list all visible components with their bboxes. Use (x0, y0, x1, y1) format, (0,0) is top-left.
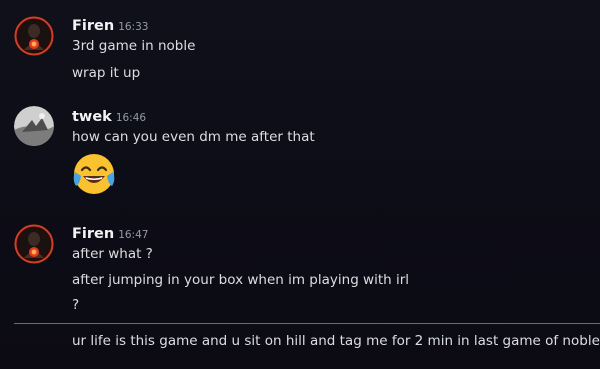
message-header: Firen 16:33 (72, 15, 148, 34)
message-text: ur life is this game and u sit on hill a… (72, 333, 600, 349)
chat-messages: Firen 16:33 3rd game in noble wrap it up … (0, 0, 600, 369)
message-header: Firen 16:47 (72, 223, 148, 242)
message-text: after jumping in your box when im playin… (72, 272, 410, 288)
timestamp: 16:47 (118, 229, 149, 241)
joy-emoji-icon[interactable] (70, 150, 118, 198)
user-avatar[interactable] (14, 16, 54, 56)
red-flame-avatar-icon (14, 16, 54, 56)
grey-photo-avatar-icon (14, 106, 54, 146)
user-avatar[interactable] (14, 224, 54, 264)
red-flame-avatar-icon (14, 224, 54, 264)
timestamp: 16:46 (115, 112, 147, 124)
username[interactable]: Firen (72, 226, 114, 242)
user-avatar[interactable] (14, 106, 54, 146)
new-messages-divider (14, 323, 600, 324)
message-header: twek 16:46 (72, 106, 146, 125)
message-text: after what ? (72, 246, 153, 262)
username[interactable]: Firen (72, 18, 114, 34)
username[interactable]: twek (72, 109, 112, 125)
message-text: 3rd game in noble (72, 38, 196, 54)
message-text: how can you even dm me after that (72, 129, 315, 145)
timestamp: 16:33 (118, 21, 149, 33)
message-text: wrap it up (72, 65, 141, 81)
message-text: ? (72, 297, 80, 313)
